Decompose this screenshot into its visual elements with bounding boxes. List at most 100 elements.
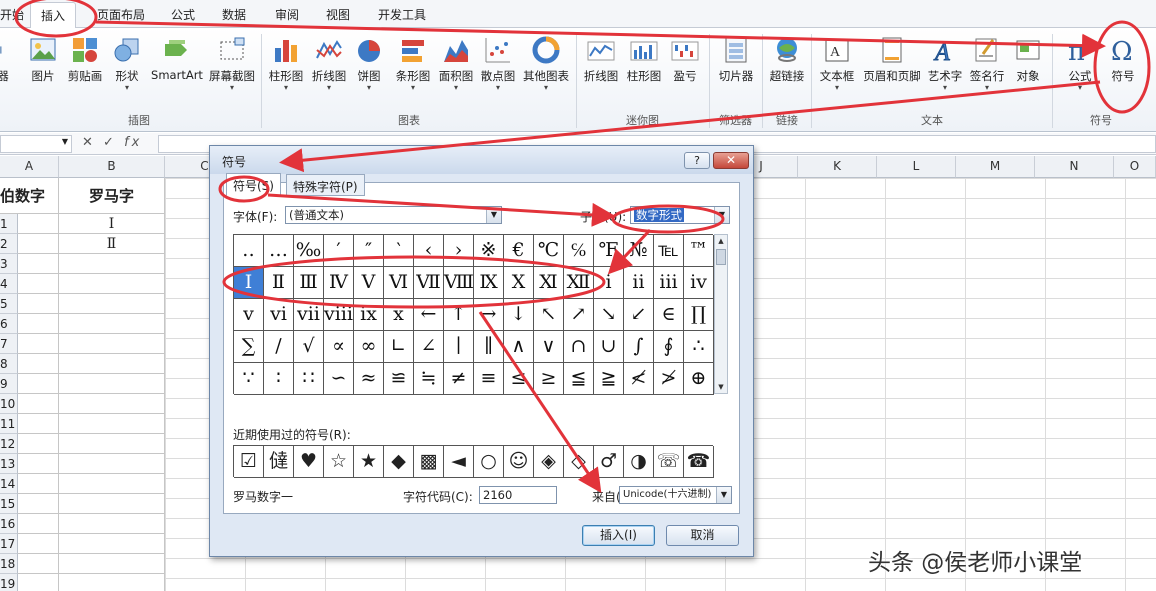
cell-b1[interactable]: 罗马字 [59,178,165,214]
symbol-cell[interactable]: ™ [684,235,714,267]
cell-b[interactable] [59,294,165,314]
symbol-cell[interactable]: ⅰ [594,267,624,299]
cell-a[interactable] [18,214,59,234]
symbol-cell[interactable]: ∷ [294,363,324,395]
cell-a[interactable] [18,314,59,334]
cell-b[interactable] [59,394,165,414]
column-header-m[interactable]: M [956,156,1035,178]
cell-a[interactable] [18,474,59,494]
dialog-titlebar[interactable]: 符号 ? ✕ [210,146,753,174]
ribbon-button-symbol[interactable]: Ω 符号 [1105,36,1141,84]
symbol-cell[interactable]: ∕ [264,331,294,363]
symbol-cell[interactable]: Ⅻ [564,267,594,299]
column-header-b[interactable]: B [59,156,165,178]
symbol-cell[interactable]: ⅶ [294,299,324,331]
formula-buttons[interactable]: ✕ ✓ fx [82,135,142,150]
symbol-cell[interactable]: ≈ [354,363,384,395]
row-header[interactable]: 19 [0,574,18,591]
recent-symbol-cell[interactable]: ○ [474,446,504,478]
symbol-cell[interactable]: ∵ [234,363,264,395]
cell-b[interactable] [59,534,165,554]
row-header[interactable]: 4 [0,274,18,294]
symbol-cell[interactable]: Ⅸ [474,267,504,299]
symbol-grid-scrollbar[interactable]: ▲ ▼ [714,234,728,394]
symbol-cell[interactable]: Ⅶ [414,267,444,299]
scroll-down-icon[interactable]: ▼ [715,381,727,393]
ribbon-button-smartart[interactable]: SmartArt [150,36,204,82]
column-header-o[interactable]: O [1114,156,1156,178]
symbol-cell[interactable]: ≠ [444,363,474,395]
tab-page-layout[interactable]: 页面布局 [97,6,145,23]
symbol-cell[interactable]: ⅴ [234,299,264,331]
symbol-cell[interactable]: ‹ [414,235,444,267]
symbol-cell[interactable]: ← [414,299,444,331]
cell-a[interactable] [18,234,59,254]
symbol-cell[interactable]: ∽ [324,363,354,395]
symbol-cell[interactable]: ∑ [234,331,264,363]
scroll-up-icon[interactable]: ▲ [715,235,727,247]
ribbon-button-other-charts[interactable]: 其他图表 ▾ [520,36,572,92]
ribbon-button-pie-chart[interactable]: 饼图 ▾ [354,36,384,92]
symbol-cell[interactable]: ⅷ [324,299,354,331]
tab-home[interactable]: 开始 [0,6,24,23]
cell-b[interactable] [59,354,165,374]
symbol-cell[interactable]: ≯ [654,363,684,395]
recent-symbol-cell[interactable]: ☑ [234,446,264,478]
ribbon-button-equation[interactable]: π 公式 ▾ [1062,36,1098,92]
symbol-cell[interactable]: ⅳ [684,267,714,299]
recent-symbol-cell[interactable]: ◄ [444,446,474,478]
symbol-cell[interactable]: ‰ [294,235,324,267]
column-header-k[interactable]: K [798,156,877,178]
close-button[interactable]: ✕ [713,152,749,169]
cell-a[interactable] [18,254,59,274]
row-header[interactable]: 12 [0,434,18,454]
tab-data[interactable]: 数据 [222,6,246,23]
ribbon-button-wordart[interactable]: A 艺术字 ▾ [926,36,964,92]
ribbon-button-hyperlink[interactable]: 超链接 [766,36,808,84]
recent-symbol-cell[interactable]: ♂ [594,446,624,478]
row-header[interactable]: 5 [0,294,18,314]
chevron-down-icon[interactable]: ▼ [486,207,501,223]
symbol-cell[interactable]: Ⅱ [264,267,294,299]
chevron-down-icon[interactable]: ▼ [716,487,731,503]
symbol-cell[interactable]: Ⅹ [504,267,534,299]
symbol-cell[interactable]: ∟ [384,331,414,363]
cell-a[interactable] [18,394,59,414]
recent-symbol-cell[interactable]: 㒓 [264,446,294,478]
font-select[interactable]: (普通文本) ▼ [285,206,502,224]
symbol-cell[interactable]: ∩ [564,331,594,363]
row-header[interactable]: 10 [0,394,18,414]
row-header[interactable]: 9 [0,374,18,394]
row-header[interactable]: 15 [0,494,18,514]
ribbon-button-screenshot[interactable]: 屏幕截图 ▾ [207,36,257,92]
cell-b[interactable] [59,254,165,274]
symbol-cell[interactable]: ↓ [504,299,534,331]
symbol-cell[interactable]: ≌ [384,363,414,395]
cell-a[interactable] [18,274,59,294]
cell-a[interactable] [18,294,59,314]
ribbon-button-header-footer[interactable]: 页眉和页脚 [862,36,922,84]
symbol-cell[interactable]: ∪ [594,331,624,363]
symbol-cell[interactable]: ∧ [504,331,534,363]
symbol-cell[interactable]: ↘ [594,299,624,331]
ribbon-button-area-chart[interactable]: 面积图 ▾ [436,36,476,92]
symbol-cell[interactable]: ⊕ [684,363,714,395]
cell-b[interactable] [59,514,165,534]
ribbon-button-picture[interactable]: 图片 [28,36,58,84]
symbol-cell[interactable]: ‥ [234,235,264,267]
symbol-cell[interactable]: √ [294,331,324,363]
recent-symbol-cell[interactable]: ◆ [384,446,414,478]
cell-b[interactable] [59,374,165,394]
ribbon-button-sparkline-winloss[interactable]: 盈亏 [670,36,700,84]
tab-special-characters[interactable]: 特殊字符(P) [286,174,365,196]
recent-symbol-cell[interactable]: ★ [354,446,384,478]
symbol-cell[interactable]: ∮ [654,331,684,363]
cell-a[interactable] [18,494,59,514]
row-header[interactable]: 11 [0,414,18,434]
symbol-cell[interactable]: ∨ [534,331,564,363]
ribbon-button-line-chart[interactable]: 折线图 ▾ [309,36,349,92]
symbol-cell[interactable]: ⅵ [264,299,294,331]
ribbon-button-scatter-chart[interactable]: 散点图 ▾ [478,36,518,92]
tab-symbols[interactable]: 符号(S) [226,173,281,196]
symbol-cell[interactable]: Ⅳ [324,267,354,299]
